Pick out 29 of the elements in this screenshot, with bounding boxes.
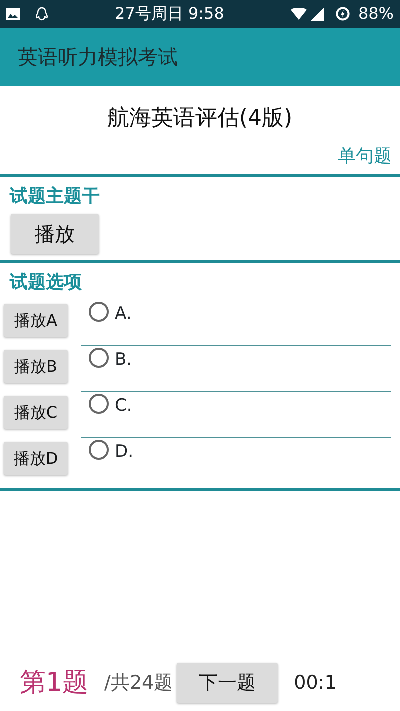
option-label: A. <box>115 303 132 326</box>
play-option-button[interactable]: 播放B <box>4 350 68 383</box>
battery-percent: 88% <box>358 3 394 25</box>
option-label: C. <box>115 395 132 418</box>
play-option-button[interactable]: 播放A <box>4 304 68 337</box>
wifi-icon <box>291 8 308 20</box>
radio-button[interactable] <box>89 440 109 460</box>
option-label: B. <box>115 349 132 372</box>
status-time: 27号周日 9:58 <box>115 3 224 25</box>
section-heading: 试题主题干 <box>10 186 100 207</box>
radio-button[interactable] <box>89 302 109 322</box>
radio-button[interactable] <box>89 348 109 368</box>
penguin-icon <box>36 7 48 21</box>
option-label: D. <box>115 441 134 464</box>
play-option-button[interactable]: 播放C <box>4 396 68 429</box>
battery-saver-icon <box>336 7 350 21</box>
play-button[interactable]: 播放 <box>11 214 99 254</box>
section-heading: 试题选项 <box>10 272 82 293</box>
app-title: 英语听力模拟考试 <box>18 44 178 71</box>
image-icon <box>6 8 20 20</box>
signal-icon <box>311 8 324 20</box>
question-total: /共24题 <box>104 670 174 696</box>
exam-title: 航海英语评估(4版) <box>107 105 293 133</box>
question-type: 单句题 <box>338 145 392 169</box>
question-number: 第1题 <box>20 666 89 700</box>
next-button[interactable]: 下一题 <box>177 663 278 703</box>
radio-button[interactable] <box>89 394 109 414</box>
timer: 00:1 <box>294 670 337 696</box>
play-option-button[interactable]: 播放D <box>4 442 68 475</box>
